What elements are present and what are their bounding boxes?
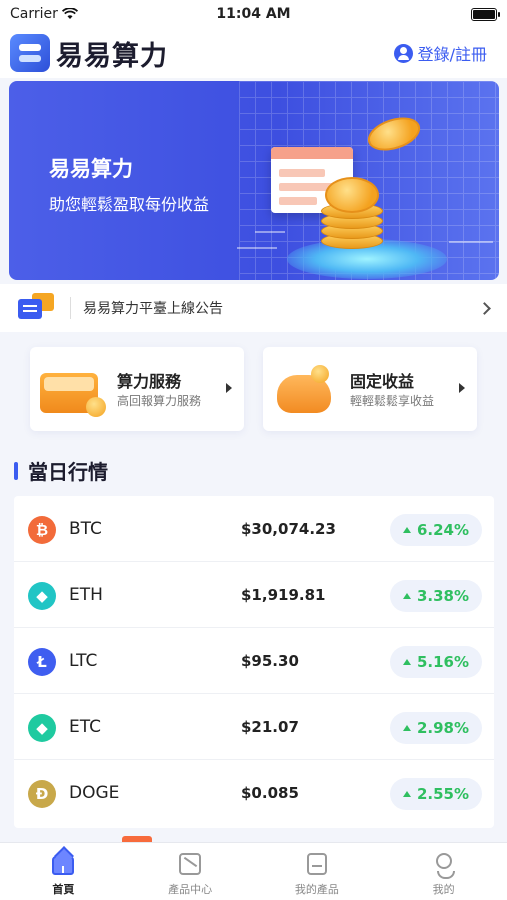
chevron-right-icon [478, 301, 491, 315]
piggy-bank-icon [273, 361, 339, 417]
status-time: 11:04 AM [216, 6, 291, 22]
price-change-value: 2.55% [416, 785, 470, 803]
bottom-tab-bar: 首頁 產品中心 我的產品 我的 [0, 842, 507, 900]
coin-price: $0.085 [241, 784, 299, 802]
announcement-icon [18, 293, 56, 323]
tab-product-center[interactable]: 產品中心 [127, 843, 254, 900]
eth-icon: ◆ [28, 582, 56, 610]
service-title: 算力服務 [117, 372, 182, 391]
coin-symbol: ETC [69, 717, 101, 737]
price-change-badge: 2.98% [390, 712, 482, 744]
logo-text: 易易算力 [56, 40, 168, 72]
etc-icon: ◆ [28, 714, 56, 742]
price-change-value: 6.24% [416, 521, 470, 539]
arrow-right-icon [226, 383, 232, 393]
home-icon [50, 851, 76, 877]
login-register-label: 登錄/註冊 [417, 45, 487, 64]
price-change-value: 5.16% [416, 653, 470, 671]
tab-label: 產品中心 [168, 883, 213, 896]
my-products-icon [304, 851, 330, 877]
coin-symbol: LTC [69, 651, 98, 671]
tab-label: 我的 [432, 883, 455, 896]
product-center-icon [177, 851, 203, 877]
coin-price: $21.07 [241, 718, 299, 736]
banner-title: 易易算力 [49, 157, 133, 181]
login-register-button[interactable]: 登錄/註冊 [393, 41, 487, 65]
banner-subtitle: 助您輕鬆盈取每份收益 [49, 195, 210, 214]
divider [70, 297, 71, 319]
coin-price: $95.30 [241, 652, 299, 670]
status-bar: Carrier 11:04 AM [0, 0, 507, 28]
coin-symbol: BTC [69, 519, 102, 539]
up-arrow-icon [402, 527, 411, 533]
market-section-title: 當日行情 [14, 456, 108, 485]
coin-price: $30,074.23 [241, 520, 336, 538]
doge-icon: Ð [28, 780, 56, 808]
up-arrow-icon [402, 593, 411, 599]
tab-label: 我的產品 [294, 883, 339, 896]
service-title: 固定收益 [350, 372, 415, 391]
announcement-bar[interactable]: 易易算力平臺上線公告 [0, 284, 507, 332]
price-change-value: 3.38% [416, 587, 470, 605]
price-change-value: 2.98% [416, 719, 470, 737]
market-row-eth[interactable]: ◆ ETH $1,919.81 3.38% [14, 562, 494, 628]
promo-banner[interactable]: 易易算力 助您輕鬆盈取每份收益 [9, 81, 499, 280]
carrier-label: Carrier [10, 6, 58, 22]
coin-symbol: ETH [69, 585, 103, 605]
market-row-doge[interactable]: Ð DOGE $0.085 2.55% [14, 760, 494, 826]
tab-home[interactable]: 首頁 [0, 843, 127, 900]
price-change-badge: 3.38% [390, 580, 482, 612]
price-change-badge: 5.16% [390, 646, 482, 678]
wifi-icon [61, 8, 78, 19]
market-row-etc[interactable]: ◆ ETC $21.07 2.98% [14, 694, 494, 760]
arrow-right-icon [459, 383, 465, 393]
price-change-badge: 6.24% [390, 514, 482, 546]
logo-mark-icon [10, 34, 50, 72]
wallet-icon [40, 361, 106, 417]
hashrate-service-card[interactable]: 算力服務 高回報算力服務 [30, 347, 244, 431]
app-logo: 易易算力 [10, 34, 168, 73]
up-arrow-icon [402, 659, 411, 665]
profile-icon [431, 851, 457, 879]
tab-label: 首頁 [52, 883, 75, 896]
app-header: 易易算力 登錄/註冊 [0, 28, 507, 78]
up-arrow-icon [402, 791, 411, 797]
tab-profile[interactable]: 我的 [380, 843, 507, 900]
service-subtitle: 輕輕鬆鬆享收益 [350, 394, 435, 408]
tab-my-products[interactable]: 我的產品 [254, 843, 381, 900]
market-title: 當日行情 [28, 460, 108, 484]
section-accent-bar [14, 461, 18, 480]
fixed-income-card[interactable]: 固定收益 輕輕鬆鬆享收益 [263, 347, 477, 431]
service-subtitle: 高回報算力服務 [117, 394, 202, 408]
coin-symbol: DOGE [69, 783, 120, 803]
coin-stack-icon [325, 177, 379, 213]
market-row-btc[interactable]: ₿ BTC $30,074.23 6.24% [14, 496, 494, 562]
battery-icon [471, 7, 500, 21]
coin-price: $1,919.81 [241, 586, 326, 604]
market-row-ltc[interactable]: Ł LTC $95.30 5.16% [14, 628, 494, 694]
btc-icon: ₿ [28, 516, 56, 544]
ltc-icon: Ł [28, 648, 56, 676]
price-change-badge: 2.55% [390, 778, 482, 810]
announcement-text: 易易算力平臺上線公告 [83, 301, 223, 317]
market-list: ₿ BTC $30,074.23 6.24% ◆ ETH $1,919.81 3… [14, 496, 494, 828]
up-arrow-icon [402, 725, 411, 731]
user-icon [393, 43, 413, 63]
